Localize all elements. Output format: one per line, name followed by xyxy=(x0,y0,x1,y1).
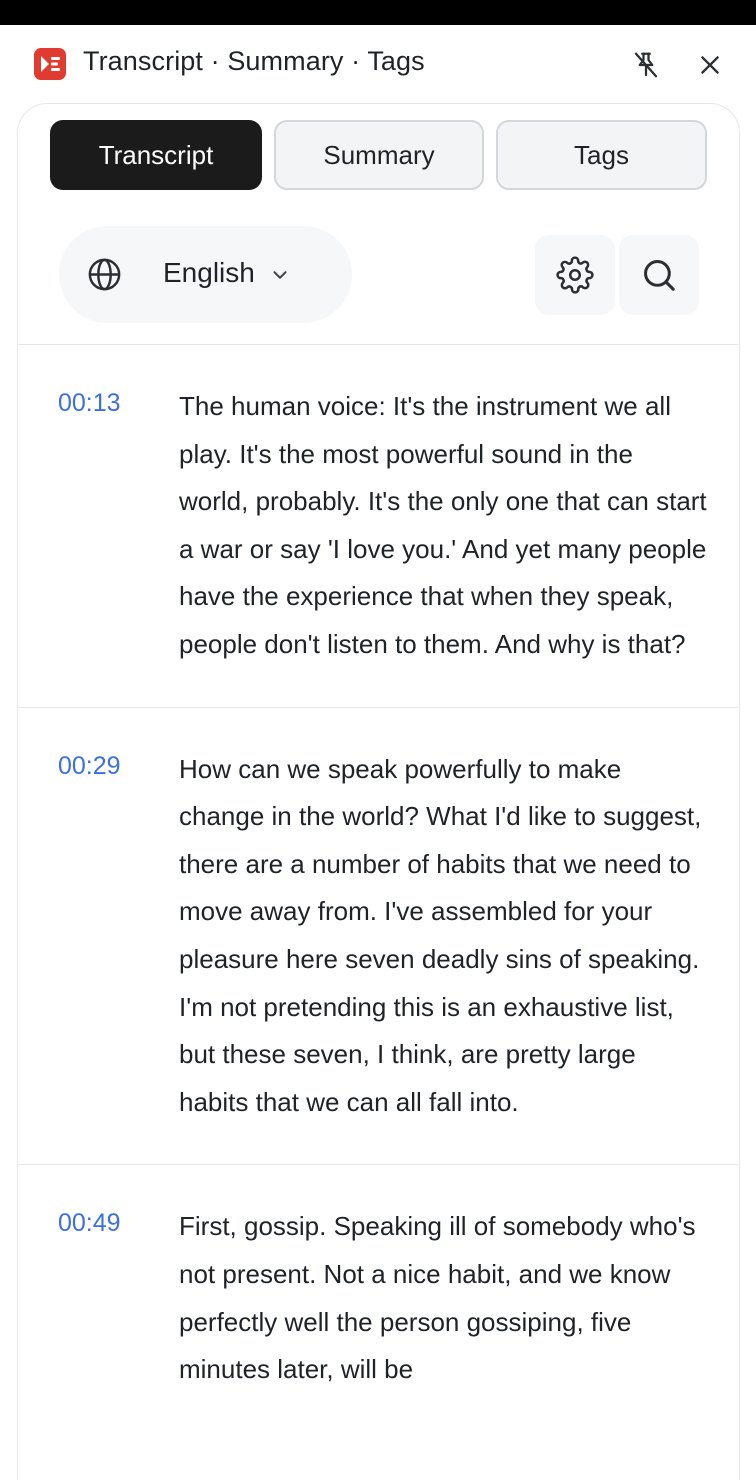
play-list-logo-icon xyxy=(34,48,66,80)
language-label: English xyxy=(163,257,255,288)
globe-icon xyxy=(88,258,121,291)
unpin-icon xyxy=(634,52,658,78)
header-title: Transcript · Summary · Tags xyxy=(83,46,425,76)
transcript-text: The human voice: It's the instrument we … xyxy=(179,391,707,659)
transcript-list: 00:13 The human voice: It's the instrume… xyxy=(18,344,738,1432)
close-icon xyxy=(701,56,719,74)
transcript-text: First, gossip. Speaking ill of somebody … xyxy=(179,1211,696,1385)
settings-button[interactable] xyxy=(535,235,615,315)
panel-header: Transcript · Summary · Tags xyxy=(0,25,756,103)
transcript-entry: 00:29 How can we speak powerfully to mak… xyxy=(18,706,738,1165)
tab-transcript[interactable]: Transcript xyxy=(50,120,262,190)
transcript-entry: 00:13 The human voice: It's the instrume… xyxy=(18,344,738,707)
tab-summary[interactable]: Summary xyxy=(274,120,484,190)
timestamp-link[interactable]: 00:13 xyxy=(58,389,121,418)
transcript-text: How can we speak powerfully to make chan… xyxy=(179,753,702,1117)
transcript-entry: 00:49 First, gossip. Speaking ill of som… xyxy=(18,1164,738,1431)
top-status-bar xyxy=(0,0,756,25)
search-icon xyxy=(644,260,675,291)
gear-icon xyxy=(556,256,594,294)
transcript-panel: Transcript Summary Tags English 00:13 Th… xyxy=(17,103,740,1480)
language-select[interactable]: English xyxy=(59,226,352,323)
search-button[interactable] xyxy=(619,235,699,315)
chevron-down-icon xyxy=(273,271,287,279)
timestamp-link[interactable]: 00:29 xyxy=(58,752,121,781)
close-button[interactable] xyxy=(690,45,730,85)
tab-tags[interactable]: Tags xyxy=(496,120,707,190)
unpin-button[interactable] xyxy=(626,45,666,85)
timestamp-link[interactable]: 00:49 xyxy=(58,1209,121,1238)
